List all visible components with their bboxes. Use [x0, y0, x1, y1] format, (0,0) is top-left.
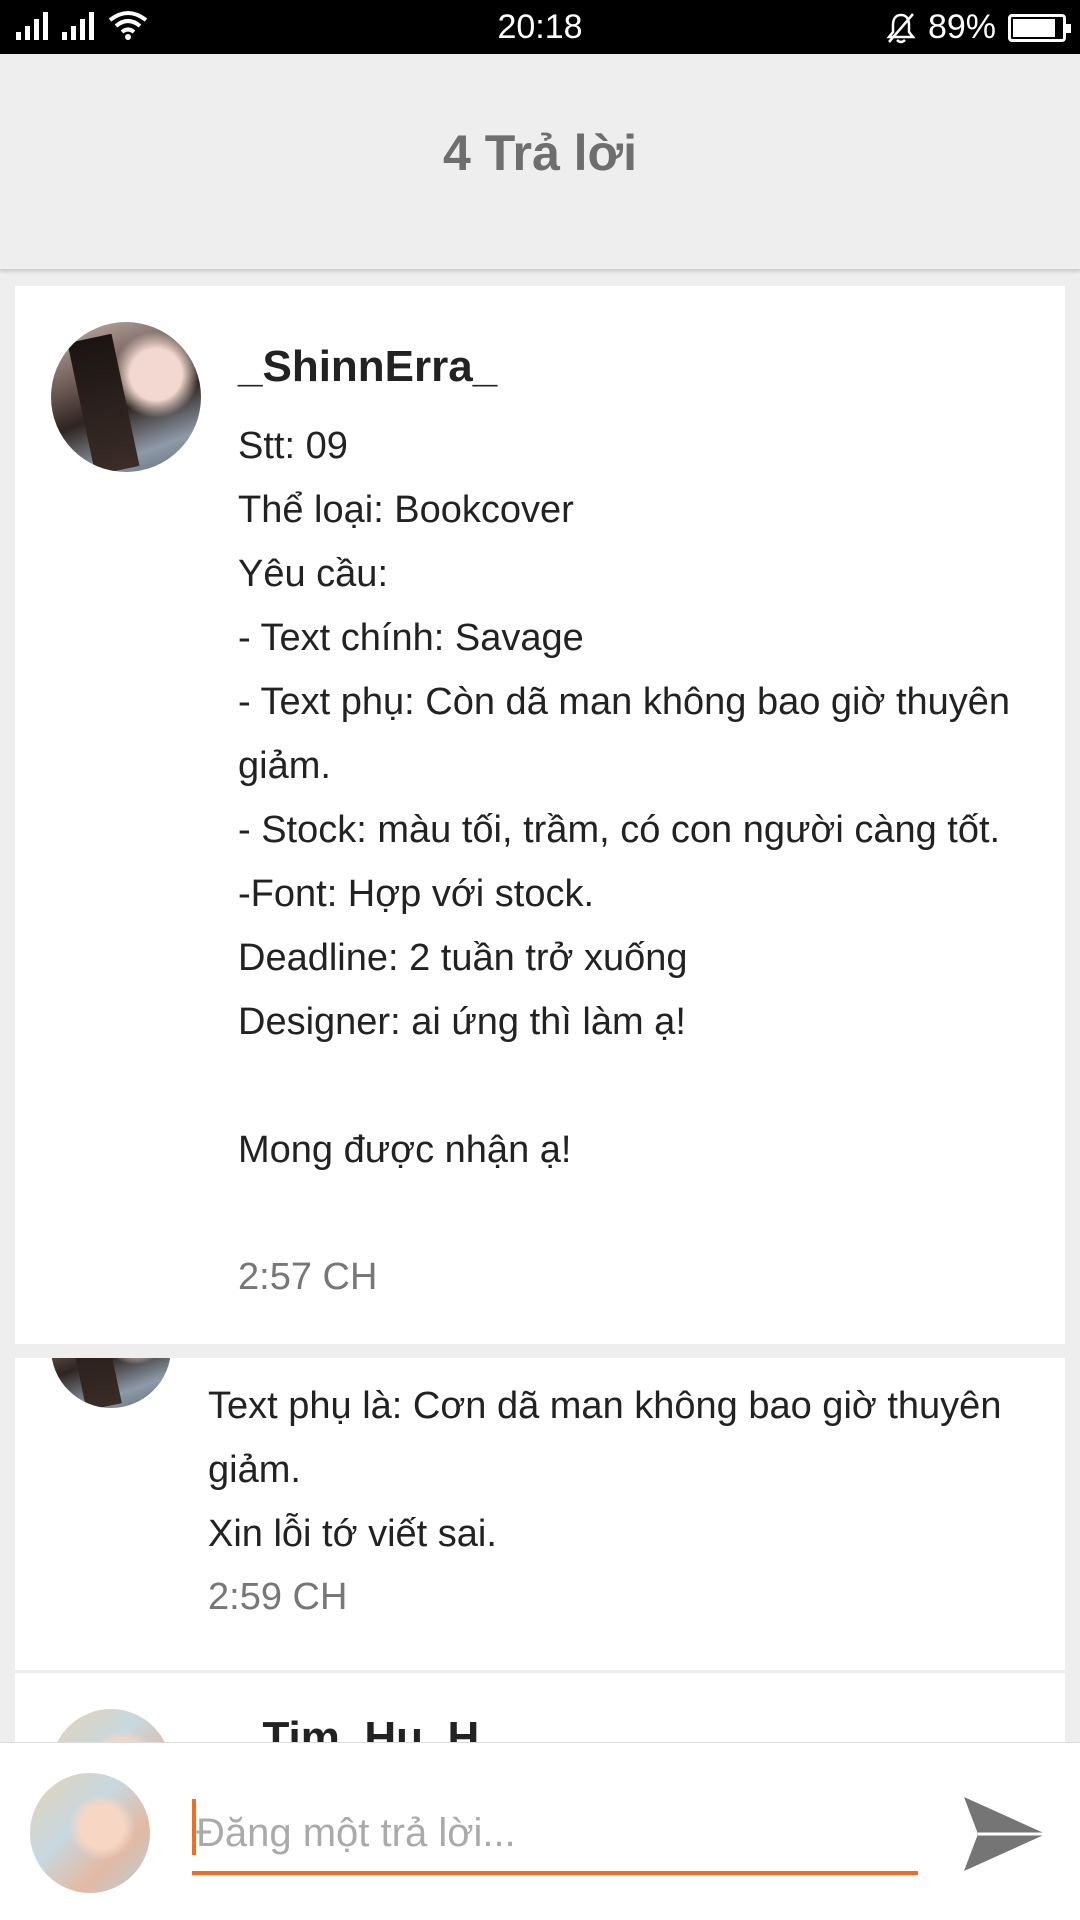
avatar[interactable] [51, 1358, 171, 1408]
text-caret [192, 1799, 196, 1855]
reply-composer [0, 1742, 1080, 1920]
reply-body: Text phụ là: Cơn dã man không bao giờ th… [208, 1385, 1002, 1555]
mute-bell-icon [886, 12, 916, 43]
battery-icon [1008, 13, 1071, 42]
reply-input[interactable] [192, 1795, 918, 1875]
status-right: 89% [886, 8, 1071, 47]
username[interactable]: _ShinnErra_ [238, 342, 497, 392]
reply-timestamp: 2:57 CH [238, 1256, 378, 1298]
current-user-avatar [30, 1773, 150, 1893]
header: 4 Trả lời [0, 54, 1080, 270]
reply-timestamp: 2:59 CH [208, 1576, 348, 1618]
status-bar: 20:18 89% [0, 0, 1080, 54]
battery-percent: 89% [927, 8, 996, 46]
reply-card: _ShinnErra_ Stt: 09 Thể loại: Bookcover … [15, 286, 1065, 1344]
reply-body: Stt: 09 Thể loại: Bookcover Yêu cầu: - T… [238, 425, 1011, 1171]
reply-card: _Tim_Hu_H [15, 1672, 1065, 1752]
battery-fill [1013, 18, 1056, 37]
avatar[interactable] [51, 322, 201, 472]
reply-card: Text phụ là: Cơn dã man không bao giờ th… [15, 1358, 1065, 1670]
page-title: 4 Trả lời [443, 125, 637, 181]
send-icon[interactable] [960, 1789, 1050, 1879]
